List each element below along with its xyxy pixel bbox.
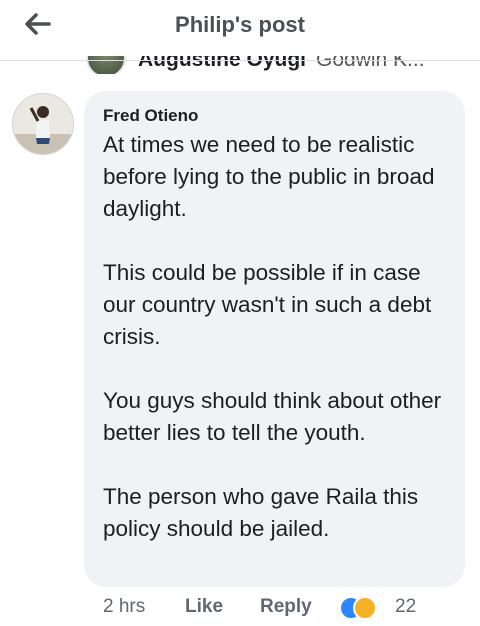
comment-author[interactable]: Fred Otieno (103, 106, 198, 126)
commenter-avatar[interactable] (12, 93, 74, 155)
comment-paragraph: This could be possible if in case our co… (103, 260, 432, 349)
comment-paragraph: The person who gave Raila this policy sh… (103, 484, 419, 541)
person-avatar-icon (13, 94, 73, 154)
comment-actions: 2 hrs Like Reply 22 (103, 596, 480, 626)
app-header: Philip's post (0, 0, 480, 56)
comment-body: At times we need to be realistic before … (103, 129, 453, 545)
comment-paragraph: At times we need to be realistic before … (103, 132, 435, 221)
haha-reaction-icon (353, 596, 377, 620)
comment-paragraph: You guys should think about other better… (103, 388, 442, 445)
page-title: Philip's post (175, 12, 305, 37)
header-divider (0, 60, 480, 61)
comment-bubble: Fred Otieno At times we need to be reali… (84, 91, 465, 587)
